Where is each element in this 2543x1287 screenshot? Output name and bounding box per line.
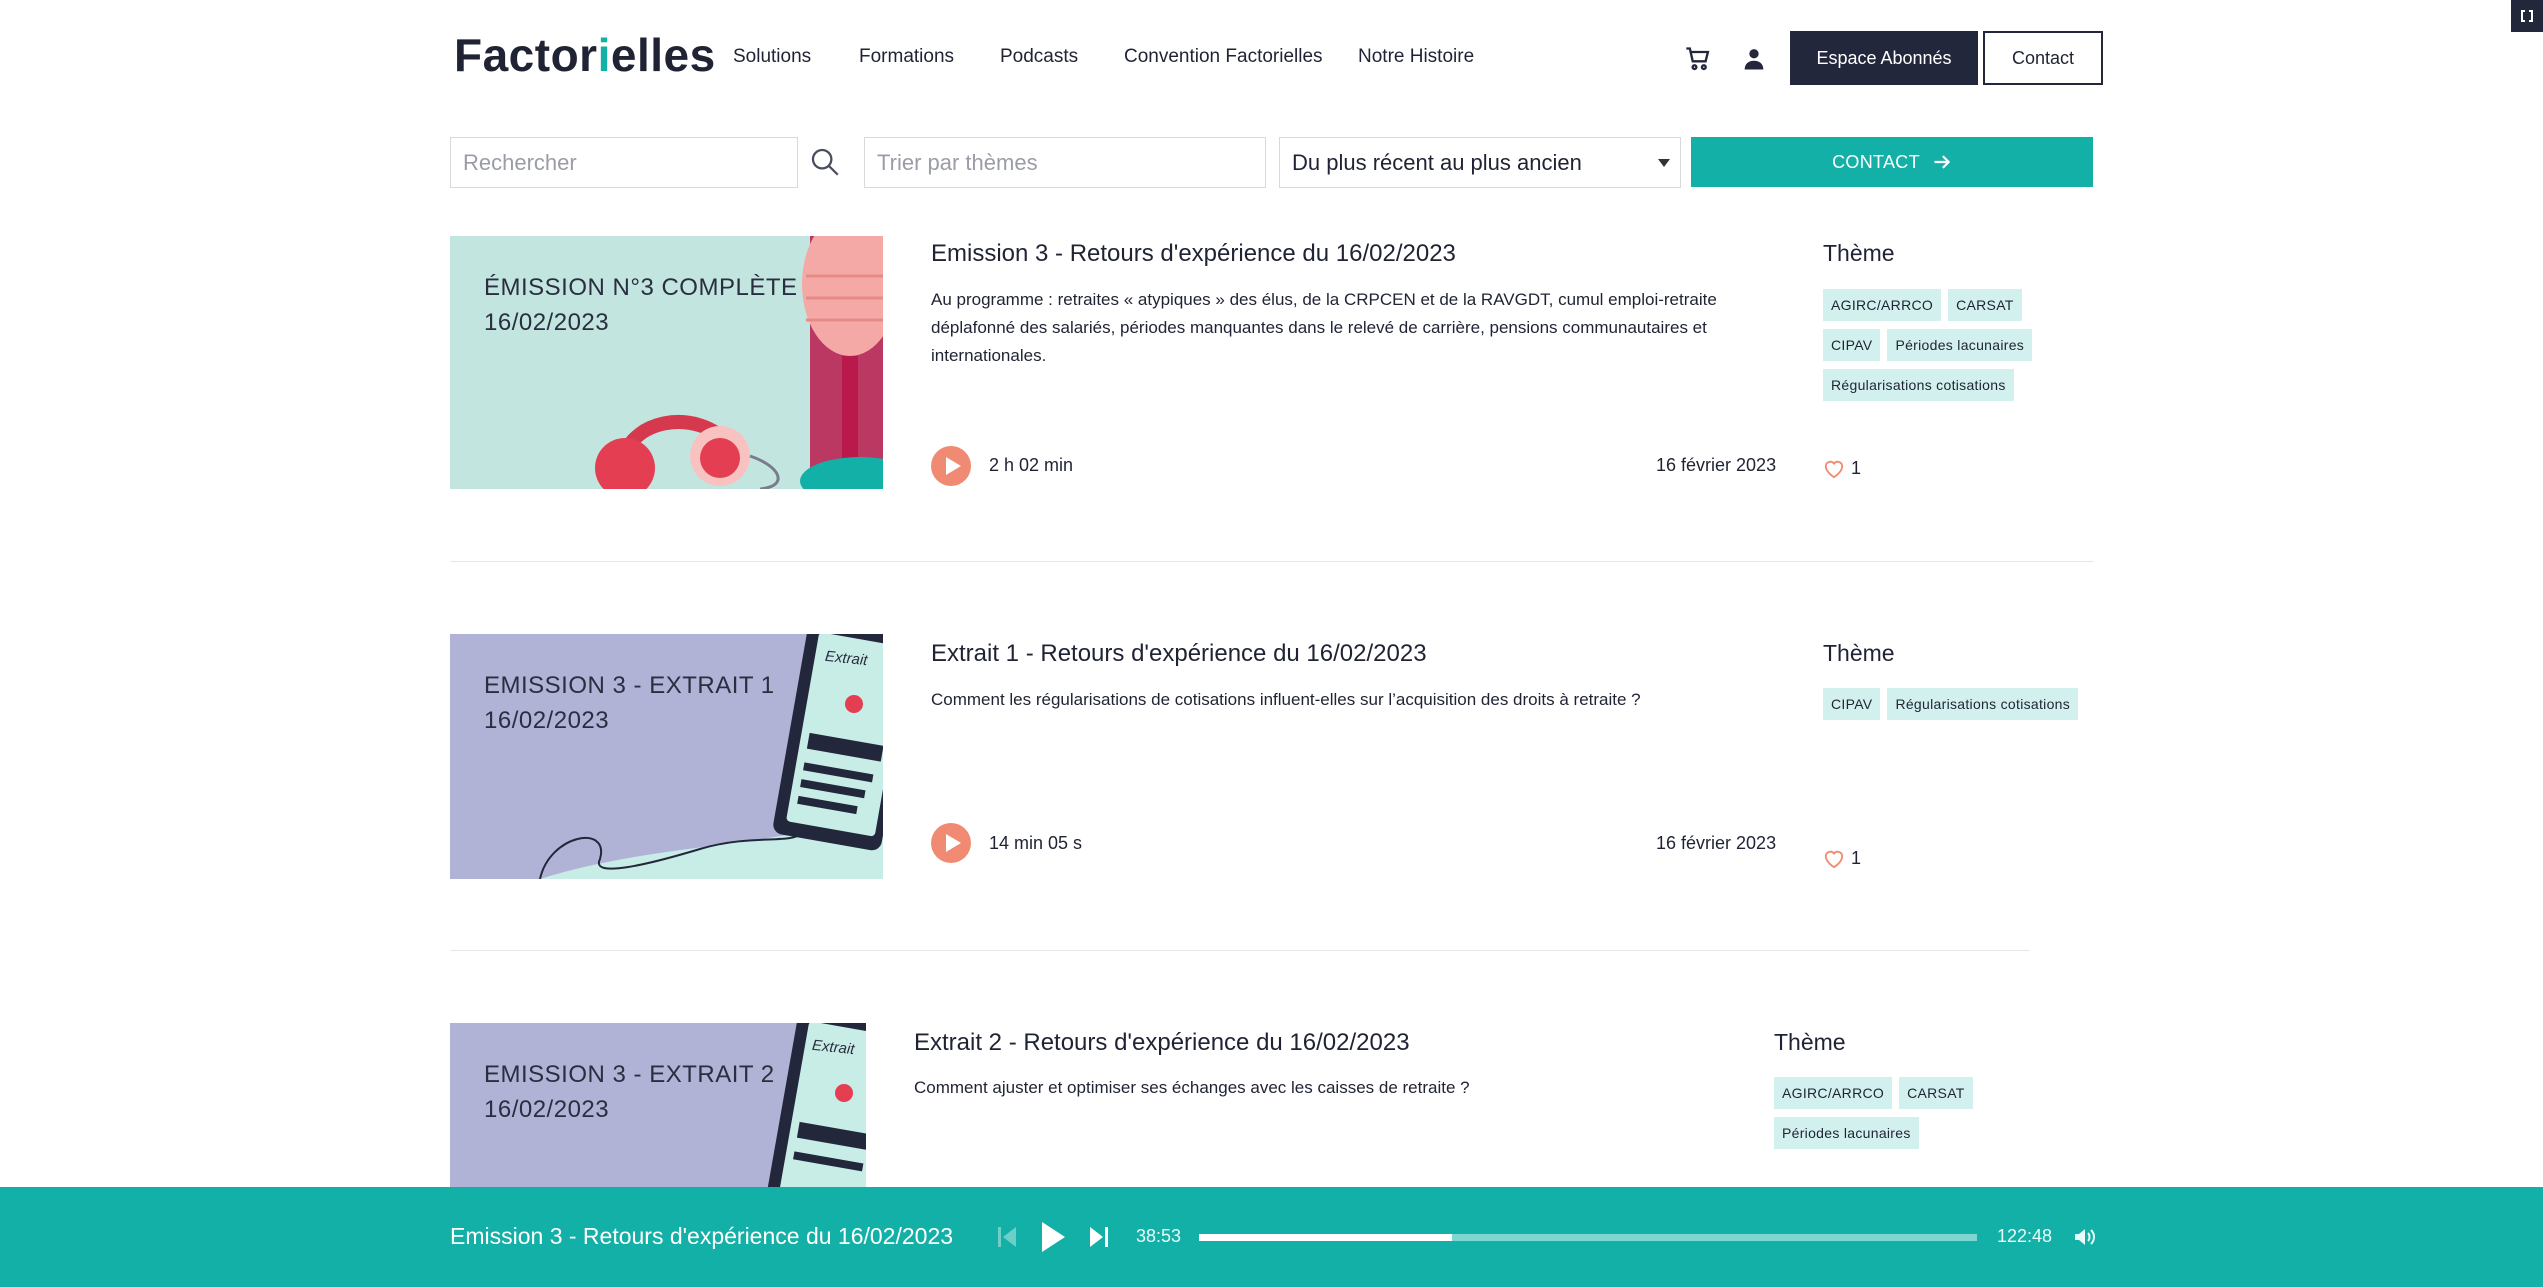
progress-fill (1199, 1234, 1452, 1241)
heart-icon (1824, 460, 1844, 478)
thumbnail-caption-line1: EMISSION 3 - EXTRAIT 2 (484, 1061, 775, 1088)
tag-regularisations-cotisations[interactable]: Régularisations cotisations (1823, 369, 2014, 401)
like-count: 1 (1851, 458, 1862, 478)
arrow-right-icon (1934, 155, 1951, 169)
heart-icon (1824, 850, 1844, 868)
tag-regularisations-cotisations[interactable]: Régularisations cotisations (1887, 688, 2079, 720)
volume-icon[interactable] (2072, 1225, 2096, 1254)
tag-carsat[interactable]: CARSAT (1899, 1077, 1973, 1109)
cart-icon[interactable] (1684, 45, 1712, 73)
like-button[interactable]: 1 (1823, 848, 1861, 869)
episode-divider (450, 561, 2094, 562)
theme-label: Thème (1823, 640, 1895, 666)
episode-date: 16 février 2023 (1656, 833, 1777, 853)
tag-periodes-lacunaires[interactable]: Périodes lacunaires (1774, 1117, 1919, 1149)
search-icon[interactable] (808, 145, 842, 179)
logo-text-start: Factor (454, 29, 598, 81)
like-count: 1 (1851, 848, 1862, 868)
total-time: 122:48 (1997, 1226, 2053, 1246)
tag-agirc-arrco[interactable]: AGIRC/ARRCO (1774, 1077, 1893, 1109)
audio-player-bar: Emission 3 - Retours d'expérience du 16/… (0, 1187, 2543, 1287)
subscribers-space-button[interactable]: Espace Abonnés (1790, 31, 1978, 85)
nav-solutions[interactable]: Solutions (733, 46, 811, 68)
thumbnail-caption-line1: ÉMISSION N°3 COMPLÈTE (484, 274, 798, 301)
thumbnail-caption: EMISSION 3 - EXTRAIT 2 16/02/2023 (484, 1057, 775, 1127)
episode-description: Au programme : retraites « atypiques » d… (931, 290, 1717, 365)
contact-button[interactable]: Contact (1983, 31, 2103, 85)
thumbnail-caption-line2: 16/02/2023 (484, 1096, 610, 1123)
tag-periodes-lacunaires[interactable]: Périodes lacunaires (1887, 329, 2033, 361)
browser-extension-icon[interactable] (2511, 0, 2543, 32)
play-button[interactable] (931, 446, 971, 486)
elapsed-time: 38:53 (1136, 1226, 1182, 1246)
tag-agirc-arrco[interactable]: AGIRC/ARRCO (1823, 289, 1942, 321)
chevron-down-icon (1658, 158, 1670, 167)
episode-duration: 2 h 02 min (989, 455, 1074, 475)
episode-date: 16 février 2023 (1656, 455, 1777, 475)
next-track-icon[interactable] (1089, 1225, 1109, 1254)
thumbnail-caption-line1: EMISSION 3 - EXTRAIT 1 (484, 672, 775, 699)
tag-cipav[interactable]: CIPAV (1823, 688, 1881, 720)
nav-formations[interactable]: Formations (859, 46, 954, 68)
logo-text-accent: i (597, 29, 611, 81)
episode-title[interactable]: Extrait 2 - Retours d'expérience du 16/0… (914, 1029, 1410, 1057)
tag-cipav[interactable]: CIPAV (1823, 329, 1881, 361)
episode-thumbnail[interactable]: Extrait EMISSION 3 - EXTRAIT 2 16/02/202… (450, 1023, 866, 1187)
logo-text-end: elles (610, 29, 716, 81)
tag-carsat[interactable]: CARSAT (1948, 289, 2022, 321)
search-input[interactable] (450, 137, 798, 188)
progress-slider[interactable] (1199, 1234, 1977, 1241)
sort-select[interactable]: Du plus récent au plus ancien (1279, 137, 1681, 188)
episode-description: Comment les régularisations de cotisatio… (931, 690, 1641, 709)
nav-histoire[interactable]: Notre Histoire (1358, 46, 1474, 68)
like-button[interactable]: 1 (1823, 458, 1861, 479)
contact-cta-label: CONTACT (1832, 151, 1920, 172)
play-button[interactable] (931, 823, 971, 863)
nav-convention[interactable]: Convention Factorielles (1124, 46, 1323, 68)
user-icon[interactable] (1740, 45, 1768, 73)
episode-duration: 14 min 05 s (989, 833, 1083, 853)
episode-thumbnail[interactable]: ÉMISSION N°3 COMPLÈTE 16/02/2023 (450, 236, 883, 489)
episode-description: Comment ajuster et optimiser ses échange… (914, 1078, 1470, 1097)
thumbnail-caption-line2: 16/02/2023 (484, 707, 610, 734)
episode-divider (450, 950, 2030, 951)
play-icon[interactable] (1039, 1220, 1067, 1259)
episode-thumbnail[interactable]: Extrait EMISSION 3 - EXTRAIT 1 16/02/202… (450, 634, 883, 879)
previous-track-icon[interactable] (997, 1225, 1017, 1254)
player-title: Emission 3 - Retours d'expérience du 16/… (450, 1223, 954, 1249)
themes-filter-input[interactable] (864, 137, 1266, 188)
thumbnail-caption-line2: 16/02/2023 (484, 309, 610, 336)
thumbnail-caption: EMISSION 3 - EXTRAIT 1 16/02/2023 (484, 668, 775, 738)
episode-title[interactable]: Emission 3 - Retours d'expérience du 16/… (931, 240, 1456, 268)
theme-tags: CIPAV Régularisations cotisations (1823, 688, 2083, 720)
sort-select-value: Du plus récent au plus ancien (1292, 149, 1582, 175)
theme-tags: AGIRC/ARRCO CARSAT CIPAV Périodes lacuna… (1823, 289, 2083, 401)
episode-title[interactable]: Extrait 1 - Retours d'expérience du 16/0… (931, 640, 1427, 668)
theme-tags: AGIRC/ARRCO CARSAT Périodes lacunaires (1774, 1077, 2034, 1149)
theme-label: Thème (1823, 240, 1895, 266)
factorielles-logo[interactable]: Factorielles (454, 28, 716, 82)
thumbnail-caption: ÉMISSION N°3 COMPLÈTE 16/02/2023 (484, 270, 798, 340)
nav-podcasts[interactable]: Podcasts (1000, 46, 1078, 68)
theme-label: Thème (1774, 1029, 1846, 1055)
contact-cta-button[interactable]: CONTACT (1691, 137, 2093, 187)
